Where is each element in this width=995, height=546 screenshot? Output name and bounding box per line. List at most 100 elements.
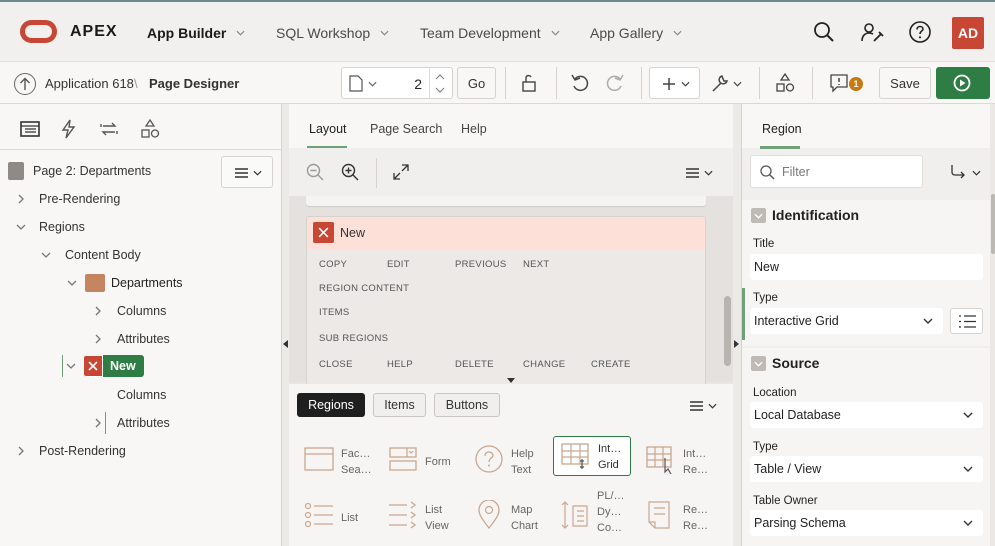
- tab-layout[interactable]: Layout: [307, 122, 347, 149]
- shared-components-icon[interactable]: [774, 72, 796, 94]
- list-of-values-button[interactable]: [950, 308, 983, 334]
- type-select[interactable]: Interactive Grid: [750, 308, 943, 334]
- collapse-right-icon[interactable]: [734, 340, 739, 348]
- redo-icon[interactable]: [604, 72, 626, 94]
- shared-components-icon[interactable]: [139, 118, 161, 140]
- apex-brand[interactable]: APEX: [70, 23, 118, 41]
- unlock-icon[interactable]: [518, 72, 540, 94]
- gallery-item-map-chart[interactable]: Map Chart: [467, 492, 553, 538]
- run-page-button[interactable]: [936, 67, 990, 99]
- gallery-item-interactive-report[interactable]: Int… Re…: [639, 436, 725, 482]
- tree-node-regions[interactable]: Regions: [0, 213, 280, 241]
- collapse-icon[interactable]: [751, 355, 766, 371]
- chevron-right-icon[interactable]: [16, 446, 26, 456]
- collapse-down-icon[interactable]: [507, 378, 515, 383]
- table-owner-select[interactable]: Parsing Schema: [750, 510, 983, 536]
- zoom-out-icon[interactable]: [306, 163, 324, 181]
- hamburger-icon[interactable]: [690, 401, 703, 411]
- filter-input[interactable]: Filter: [750, 155, 923, 188]
- chevron-down-icon[interactable]: [41, 250, 51, 260]
- gallery-item-list[interactable]: List: [297, 492, 383, 538]
- gallery-item-faceted-search[interactable]: Fac… Sea…: [297, 436, 383, 482]
- slot-copy[interactable]: COPY: [319, 259, 347, 270]
- gallery-item-help-text[interactable]: Help Text: [467, 436, 553, 482]
- tree-node-content-body[interactable]: Content Body: [0, 241, 280, 269]
- go-to-group-icon[interactable]: [950, 164, 968, 180]
- region-header[interactable]: New: [307, 217, 705, 249]
- chevron-down-icon[interactable]: [66, 361, 76, 371]
- slot-sub-regions[interactable]: SUB REGIONS: [319, 333, 388, 344]
- tree-node-post-rendering[interactable]: Post-Rendering: [0, 437, 280, 465]
- zoom-in-icon[interactable]: [341, 163, 359, 181]
- location-select[interactable]: Local Database: [750, 402, 983, 428]
- expand-icon[interactable]: [393, 164, 409, 180]
- slot-items[interactable]: ITEMS: [319, 307, 350, 318]
- tree-node-new-selected[interactable]: New: [83, 355, 144, 377]
- tree-node-attributes[interactable]: Attributes: [0, 325, 280, 353]
- tree-node-departments[interactable]: Departments: [0, 269, 280, 297]
- user-avatar[interactable]: AD: [952, 17, 984, 49]
- slot-create[interactable]: CREATE: [591, 359, 631, 370]
- dynamic-actions-icon[interactable]: [58, 118, 80, 140]
- slot-close[interactable]: CLOSE: [319, 359, 353, 370]
- page-icon[interactable]: [349, 75, 363, 92]
- nav-app-gallery[interactable]: App Gallery: [590, 25, 682, 41]
- slot-next[interactable]: NEXT: [523, 259, 550, 270]
- slot-previous[interactable]: PREVIOUS: [455, 259, 507, 270]
- collapse-icon[interactable]: [751, 207, 766, 223]
- messages-icon[interactable]: [828, 72, 850, 94]
- tab-page-search[interactable]: Page Search: [370, 122, 442, 136]
- rendering-icon[interactable]: [19, 118, 41, 140]
- source-type-select[interactable]: Table / View: [750, 456, 983, 482]
- chevron-down-icon[interactable]: [435, 87, 445, 93]
- canvas-scrollbar[interactable]: [724, 296, 731, 366]
- breadcrumb-application[interactable]: Application 618: [45, 76, 134, 91]
- chevron-right-icon[interactable]: [93, 306, 103, 316]
- chevron-down-icon[interactable]: [733, 81, 742, 87]
- gallery-item-list-view[interactable]: List View: [381, 492, 467, 538]
- hamburger-icon[interactable]: [686, 168, 699, 178]
- save-button[interactable]: Save: [879, 67, 931, 99]
- chevron-down-icon[interactable]: [368, 81, 377, 87]
- section-source-header[interactable]: Source: [742, 348, 990, 378]
- property-scrollbar[interactable]: [990, 104, 995, 546]
- up-arrow-icon[interactable]: [14, 73, 36, 95]
- tree-node-attributes[interactable]: Attributes: [0, 409, 280, 437]
- oracle-logo-icon[interactable]: [20, 20, 57, 43]
- nav-team-development[interactable]: Team Development: [420, 25, 560, 41]
- slot-change[interactable]: CHANGE: [523, 359, 565, 370]
- previous-region[interactable]: [306, 196, 706, 206]
- right-splitter[interactable]: [733, 104, 741, 546]
- chevron-right-icon[interactable]: [16, 194, 26, 204]
- region-new-box[interactable]: New COPY EDIT PREVIOUS NEXT REGION CONTE…: [306, 216, 706, 386]
- admin-wrench-icon[interactable]: [860, 20, 884, 44]
- tree-node-columns[interactable]: Columns: [0, 381, 280, 409]
- gallery-tab-regions[interactable]: Regions: [297, 393, 365, 417]
- utilities-wrench-icon[interactable]: [710, 72, 732, 94]
- tab-help[interactable]: Help: [461, 122, 487, 136]
- slot-region-content[interactable]: REGION CONTENT: [319, 283, 409, 294]
- title-input[interactable]: New: [750, 254, 983, 280]
- tab-region[interactable]: Region: [760, 122, 802, 149]
- chevron-right-icon[interactable]: [93, 334, 103, 344]
- chevron-down-icon[interactable]: [972, 170, 981, 176]
- chevron-down-icon[interactable]: [704, 170, 713, 176]
- tree-menu-button[interactable]: [221, 156, 273, 188]
- nav-app-builder[interactable]: App Builder: [147, 25, 245, 41]
- chevron-down-icon[interactable]: [67, 278, 77, 288]
- gallery-item-interactive-grid[interactable]: Int… Grid: [553, 436, 631, 476]
- slot-delete[interactable]: DELETE: [455, 359, 494, 370]
- processing-icon[interactable]: [98, 118, 120, 140]
- chevron-down-icon[interactable]: [708, 403, 717, 409]
- slot-edit[interactable]: EDIT: [387, 259, 410, 270]
- gallery-item-form[interactable]: Form: [381, 436, 467, 482]
- gallery-item-reflow-report[interactable]: Re… Re…: [639, 492, 725, 538]
- search-icon[interactable]: [812, 20, 836, 44]
- collapse-left-icon[interactable]: [283, 340, 288, 348]
- undo-icon[interactable]: [569, 72, 591, 94]
- go-button[interactable]: Go: [457, 67, 496, 99]
- tree-node-columns[interactable]: Columns: [0, 297, 280, 325]
- page-number-input[interactable]: 2: [392, 76, 422, 92]
- left-splitter[interactable]: [282, 104, 289, 546]
- gallery-tab-items[interactable]: Items: [373, 393, 426, 417]
